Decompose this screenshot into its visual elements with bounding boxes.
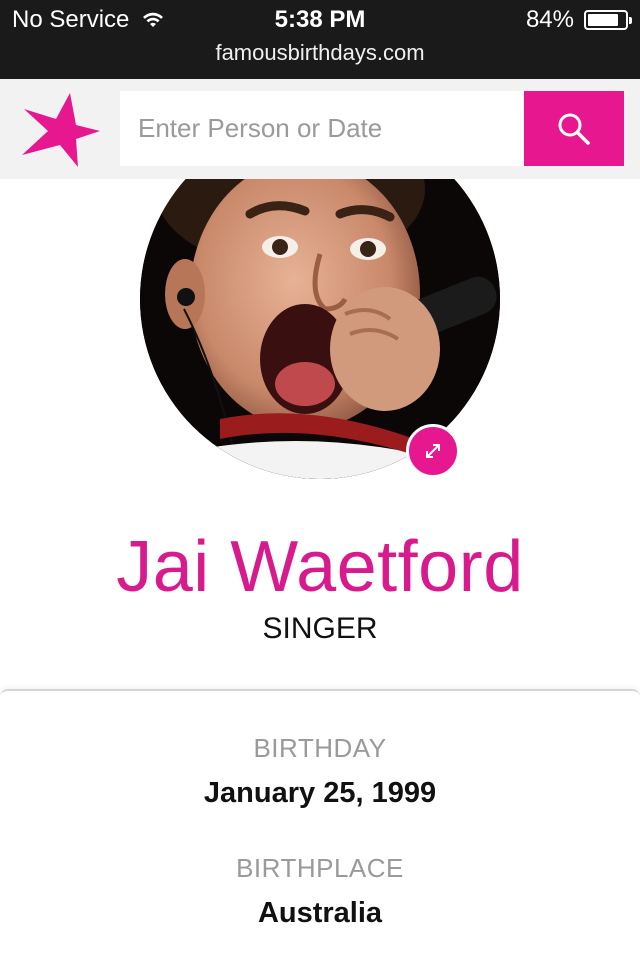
site-header [0,79,640,179]
pink-star-icon[interactable] [18,91,100,169]
expand-photo-button[interactable] [406,424,460,478]
search-button[interactable] [524,91,624,166]
status-right: 84% [525,6,632,34]
magnifier-icon [558,113,590,145]
birthplace-label: BIRTHPLACE [236,853,404,883]
search-input[interactable] [120,91,524,166]
birthday-label: BIRTHDAY [253,733,387,763]
status-bar: No Service 5:38 PM 84% famousbirthdays.c… [0,0,640,79]
birthday-value[interactable]: January 25, 1999 [0,777,640,810]
address-bar-url[interactable]: famousbirthdays.com [0,40,640,66]
battery-level [588,14,618,26]
birthplace-value[interactable]: Australia [0,897,640,930]
info-card: BIRTHDAY January 25, 1999 BIRTHPLACE Aus… [0,689,640,960]
battery-percent: 84% [525,6,574,33]
profession-link[interactable]: SINGER [0,612,640,646]
profile-photo-area [0,179,640,499]
battery-icon [584,10,632,30]
person-name: Jai Waetford [116,527,524,607]
expand-arrows-icon [426,444,440,458]
